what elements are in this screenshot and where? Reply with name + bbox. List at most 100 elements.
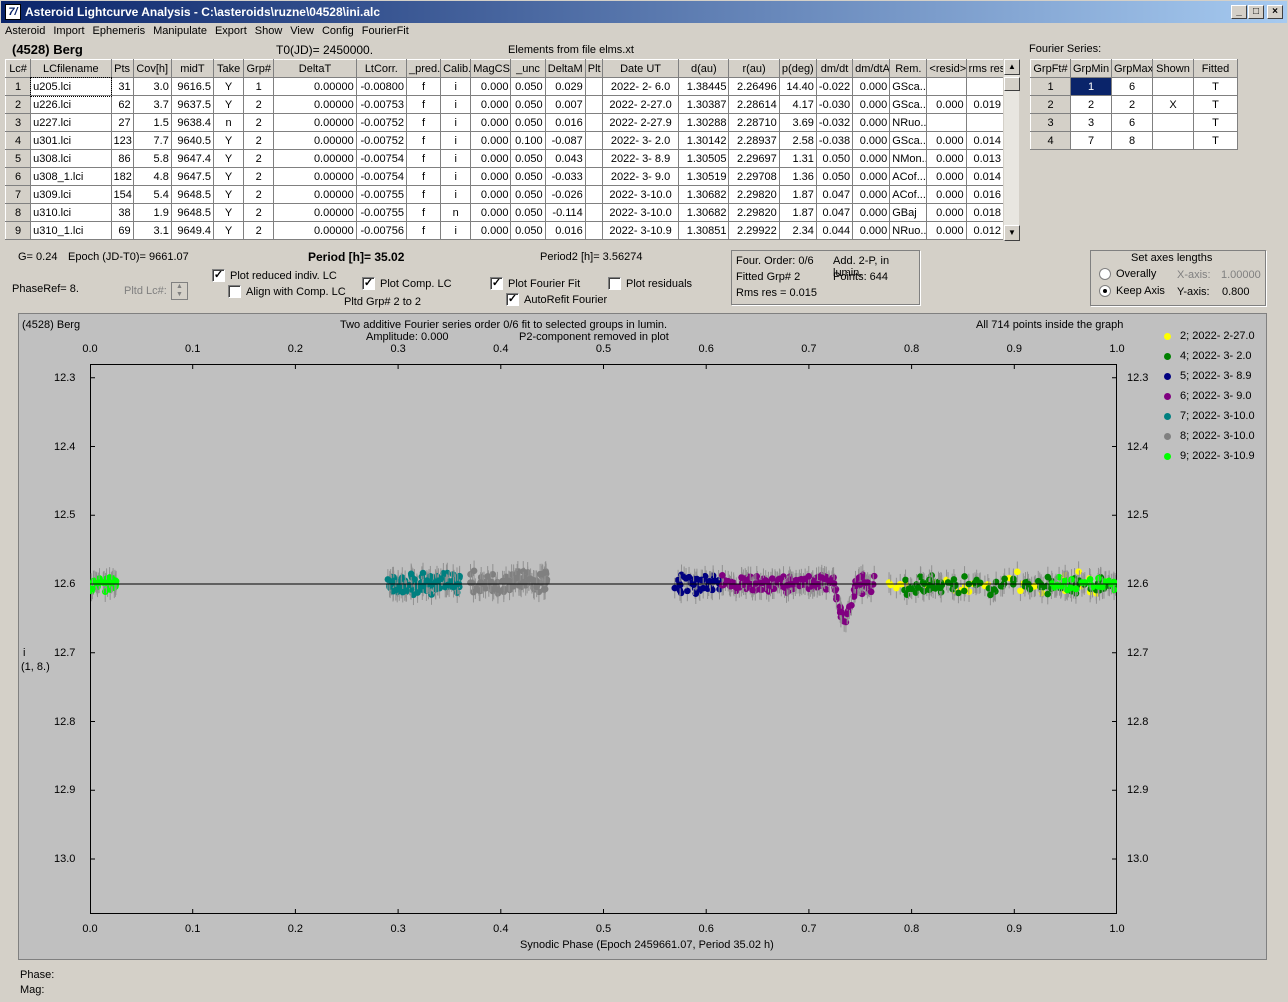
lc-cell[interactable]: Y [213, 167, 245, 186]
fourier-row-number[interactable]: 2 [1030, 95, 1071, 114]
lc-row-number[interactable]: 5 [4, 149, 32, 168]
scroll-up-button[interactable]: ▲ [1004, 59, 1020, 75]
lc-cell[interactable]: 0.014 [965, 167, 1005, 186]
lc-cell[interactable]: 154 [110, 185, 134, 204]
lc-cell[interactable]: n [440, 203, 472, 222]
lc-cell[interactable] [584, 149, 603, 168]
lc-col-header[interactable]: Date UT [601, 59, 680, 78]
x-axis-value[interactable]: 1.00000 [1221, 269, 1261, 281]
lc-cell[interactable]: 3.69 [778, 113, 817, 132]
lc-cell[interactable]: 0.000 [926, 185, 967, 204]
lc-cell[interactable]: 0.000 [470, 149, 512, 168]
fourier-table-row[interactable]: 478 T [1030, 131, 1238, 150]
lc-cell[interactable]: 0.007 [544, 95, 586, 114]
lc-cell[interactable]: 2.58 [778, 131, 817, 150]
lc-cell[interactable]: 9648.5 [170, 185, 215, 204]
fourier-cell[interactable]: 1 [1070, 77, 1112, 96]
lc-cell[interactable]: 2022- 3- 8.9 [601, 149, 680, 168]
lc-cell[interactable]: 9640.5 [170, 131, 215, 150]
lc-cell[interactable]: GSca... [889, 95, 928, 114]
lc-col-header[interactable]: Plt [584, 59, 603, 78]
lc-cell[interactable]: 27 [110, 113, 134, 132]
lc-cell[interactable]: i [440, 185, 472, 204]
lc-cell[interactable]: ACof... [889, 185, 928, 204]
lc-cell[interactable]: 2.29708 [728, 167, 780, 186]
lc-cell[interactable]: NRuo... [889, 113, 928, 132]
lc-cell[interactable]: 0.000 [470, 77, 512, 96]
lc-cell[interactable]: 9649.4 [170, 221, 215, 240]
lc-cell[interactable]: 2.29820 [728, 185, 780, 204]
lc-cell[interactable]: f [405, 203, 442, 222]
lc-cell[interactable]: -0.00752 [355, 113, 407, 132]
lc-cell[interactable]: 86 [110, 149, 134, 168]
plot-reduced-checkbox[interactable]: ✓ Plot reduced indiv. LC [212, 269, 337, 282]
lc-cell[interactable]: 0.029 [544, 77, 586, 96]
fourier-col-header[interactable]: GrpFt# [1030, 59, 1071, 78]
fourier-cell[interactable]: T [1193, 77, 1238, 96]
menu-config[interactable]: Config [317, 24, 357, 37]
lc-cell[interactable]: 0.000 [852, 185, 891, 204]
fourier-cell[interactable]: T [1193, 95, 1238, 114]
lc-cell[interactable]: i [440, 131, 472, 150]
lc-cell[interactable]: 2 [243, 95, 275, 114]
lc-cell[interactable]: u308.lci [30, 149, 112, 168]
lc-cell[interactable]: 31 [110, 77, 134, 96]
table-scrollbar[interactable]: ▲ ▼ [1003, 59, 1020, 241]
lc-cell[interactable]: 9638.4 [170, 113, 215, 132]
lc-table-row[interactable]: 7 u309.lci 154 5.4 9648.5 Y 2 0.00000 -0.00755 f i… [4, 185, 1005, 204]
lc-cell[interactable]: Y [213, 95, 245, 114]
lc-cell[interactable]: 0.050 [510, 203, 546, 222]
lc-cell[interactable]: f [405, 95, 442, 114]
lc-table-row[interactable]: 8 u310.lci 38 1.9 9648.5 Y 2 0.00000 -0.00755 f n 0… [4, 203, 1005, 222]
lc-cell[interactable]: 2.34 [778, 221, 817, 240]
lc-cell[interactable]: 1.87 [778, 185, 817, 204]
lc-cell[interactable]: -0.030 [815, 95, 854, 114]
lc-cell[interactable]: 1.38445 [678, 77, 730, 96]
lc-cell[interactable]: 14.40 [778, 77, 817, 96]
lc-cell[interactable]: 1.30288 [678, 113, 730, 132]
lc-cell[interactable]: -0.00754 [355, 167, 407, 186]
lc-cell[interactable]: 0.000 [926, 149, 967, 168]
lc-cell[interactable]: 0.000 [470, 95, 512, 114]
lc-cell[interactable]: 9637.5 [170, 95, 215, 114]
lc-table-row[interactable]: 9 u310_1.lci 69 3.1 9649.4 Y 2 0.00000 -0.00756 f… [4, 221, 1005, 240]
lc-row-number[interactable]: 6 [4, 167, 32, 186]
lc-table-row[interactable]: 6 u308_1.lci 182 4.8 9647.5 Y 2 0.00000 -0.00754… [4, 167, 1005, 186]
lc-cell[interactable]: GSca... [889, 131, 928, 150]
lc-col-header[interactable]: Cov[h] [132, 59, 172, 78]
fourier-cell[interactable]: T [1193, 113, 1238, 132]
lc-cell[interactable]: 1.31 [778, 149, 817, 168]
lc-col-header[interactable]: _pred. [405, 59, 442, 78]
lc-cell[interactable]: 2022- 3- 2.0 [601, 131, 680, 150]
lc-cell[interactable]: u310.lci [30, 203, 112, 222]
lc-cell[interactable]: 1.9 [132, 203, 172, 222]
lc-cell[interactable]: f [405, 149, 442, 168]
scroll-thumb[interactable] [1004, 77, 1020, 91]
lc-cell[interactable]: 0.000 [852, 221, 891, 240]
lc-cell[interactable]: 1.87 [778, 203, 817, 222]
lc-row-number[interactable]: 7 [4, 185, 32, 204]
lc-cell[interactable]: 0.016 [965, 185, 1005, 204]
lc-cell[interactable]: Y [213, 203, 245, 222]
lc-cell[interactable]: -0.022 [815, 77, 854, 96]
lc-cell[interactable]: 0.047 [815, 185, 854, 204]
lc-cell[interactable]: u308_1.lci [30, 167, 112, 186]
lc-cell[interactable]: 1.30682 [678, 185, 730, 204]
lc-cell[interactable]: 2.29820 [728, 203, 780, 222]
lc-cell[interactable]: 2.29922 [728, 221, 780, 240]
lc-cell[interactable]: GSca... [889, 77, 928, 96]
lc-cell[interactable]: 0.047 [815, 203, 854, 222]
lc-cell[interactable]: 9648.5 [170, 203, 215, 222]
lc-cell[interactable]: 0.000 [852, 203, 891, 222]
lc-cell[interactable]: 0.000 [852, 167, 891, 186]
fourier-cell[interactable] [1152, 113, 1194, 132]
lc-cell[interactable] [584, 221, 603, 240]
lc-col-header[interactable]: dm/dtA [852, 59, 891, 78]
lc-cell[interactable]: Y [213, 185, 245, 204]
lc-cell[interactable] [584, 95, 603, 114]
fourier-table-row[interactable]: 116T [1030, 77, 1238, 96]
lc-cell[interactable]: 0.050 [510, 221, 546, 240]
lc-cell[interactable]: 123 [110, 131, 134, 150]
lc-cell[interactable]: GBaj [889, 203, 928, 222]
lc-cell[interactable]: 0.00000 [273, 95, 357, 114]
